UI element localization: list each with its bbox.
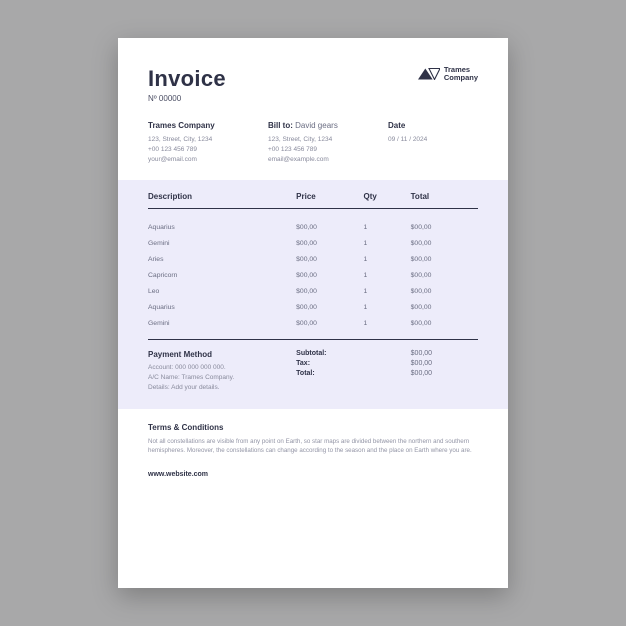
table-row: Aries$00,001$00,00 (148, 251, 478, 267)
tax-label: Tax: (296, 360, 411, 367)
cell-total: $00,00 (411, 304, 478, 311)
cell-total: $00,00 (411, 256, 478, 263)
subtotal-label: Subtotal: (296, 350, 411, 357)
cell-total: $00,00 (411, 272, 478, 279)
from-heading: Trames Company (148, 121, 238, 130)
billto-phone: +00 123 456 789 (268, 145, 358, 155)
cell-qty: 1 (364, 304, 411, 311)
from-block: Trames Company 123, Street, City, 1234 +… (148, 121, 238, 164)
payment-account: Account: 000 000 000 000. (148, 363, 296, 373)
cell-desc: Aquarius (148, 304, 296, 311)
cell-desc: Gemini (148, 240, 296, 247)
info-row: Trames Company 123, Street, City, 1234 +… (118, 117, 508, 180)
payment-heading: Payment Method (148, 350, 296, 359)
summary: Subtotal: $00,00 Tax: $00,00 Total: $00,… (296, 350, 478, 392)
from-email: your@email.com (148, 155, 238, 165)
table-header-row: Description Price Qty Total (148, 192, 478, 209)
col-header-qty: Qty (364, 192, 411, 201)
date-heading: Date (388, 121, 478, 130)
subtotal-value: $00,00 (411, 350, 478, 357)
terms-body: Not all constellations are visible from … (148, 437, 478, 456)
footer: www.website.com (118, 465, 508, 484)
summary-total: Total: $00,00 (296, 370, 478, 377)
summary-tax: Tax: $00,00 (296, 360, 478, 367)
billto-address: 123, Street, City, 1234 (268, 135, 358, 145)
table-row: Capricorn$00,001$00,00 (148, 267, 478, 283)
billto-name: David gears (295, 121, 338, 130)
cell-desc: Gemini (148, 320, 296, 327)
billto-block: Bill to: David gears 123, Street, City, … (268, 121, 358, 164)
billto-email: email@example.com (268, 155, 358, 165)
payment-details: Details: Add your details. (148, 383, 296, 393)
cell-qty: 1 (364, 272, 411, 279)
title-block: Invoice Nº 00000 (148, 66, 226, 103)
items-table: Description Price Qty Total Aquarius$00,… (118, 180, 508, 408)
col-header-price: Price (296, 192, 363, 201)
date-block: Date 09 / 11 / 2024 (388, 121, 478, 164)
from-phone: +00 123 456 789 (148, 145, 238, 155)
cell-price: $00,00 (296, 256, 363, 263)
table-row: Leo$00,001$00,00 (148, 283, 478, 299)
header: Invoice Nº 00000 Trames Company (118, 38, 508, 117)
total-value: $00,00 (411, 370, 478, 377)
table-row: Gemini$00,001$00,00 (148, 315, 478, 331)
table-row: Gemini$00,001$00,00 (148, 235, 478, 251)
invoice-number: Nº 00000 (148, 94, 226, 103)
cell-desc: Aquarius (148, 224, 296, 231)
cell-qty: 1 (364, 224, 411, 231)
table-row: Aquarius$00,001$00,00 (148, 219, 478, 235)
website: www.website.com (148, 471, 208, 478)
cell-desc: Capricorn (148, 272, 296, 279)
cell-price: $00,00 (296, 320, 363, 327)
date-value: 09 / 11 / 2024 (388, 135, 478, 145)
col-header-total: Total (411, 192, 478, 201)
summary-subtotal: Subtotal: $00,00 (296, 350, 478, 357)
cell-total: $00,00 (411, 320, 478, 327)
tax-value: $00,00 (411, 360, 478, 367)
billto-heading: Bill to: David gears (268, 121, 358, 130)
total-label: Total: (296, 370, 411, 377)
cell-qty: 1 (364, 256, 411, 263)
cell-price: $00,00 (296, 272, 363, 279)
cell-total: $00,00 (411, 240, 478, 247)
logo-text: Trames Company (444, 66, 478, 83)
triangle-logo-icon (418, 68, 440, 80)
cell-price: $00,00 (296, 304, 363, 311)
terms-section: Terms & Conditions Not all constellation… (118, 409, 508, 466)
payment-acname: A/C Name: Trames Company. (148, 373, 296, 383)
from-address: 123, Street, City, 1234 (148, 135, 238, 145)
table-row: Aquarius$00,001$00,00 (148, 299, 478, 315)
invoice-title: Invoice (148, 66, 226, 92)
cell-price: $00,00 (296, 224, 363, 231)
cell-price: $00,00 (296, 288, 363, 295)
cell-qty: 1 (364, 320, 411, 327)
payment-method: Payment Method Account: 000 000 000 000.… (148, 350, 296, 392)
cell-qty: 1 (364, 288, 411, 295)
invoice-page: Invoice Nº 00000 Trames Company Trames C… (118, 38, 508, 588)
cell-price: $00,00 (296, 240, 363, 247)
cell-desc: Aries (148, 256, 296, 263)
cell-qty: 1 (364, 240, 411, 247)
col-header-description: Description (148, 192, 296, 201)
logo: Trames Company (418, 66, 478, 83)
cell-total: $00,00 (411, 288, 478, 295)
table-footer: Payment Method Account: 000 000 000 000.… (148, 339, 478, 392)
cell-desc: Leo (148, 288, 296, 295)
company-sub: Company (444, 74, 478, 82)
cell-total: $00,00 (411, 224, 478, 231)
terms-heading: Terms & Conditions (148, 423, 478, 432)
table-body: Aquarius$00,001$00,00Gemini$00,001$00,00… (148, 219, 478, 331)
